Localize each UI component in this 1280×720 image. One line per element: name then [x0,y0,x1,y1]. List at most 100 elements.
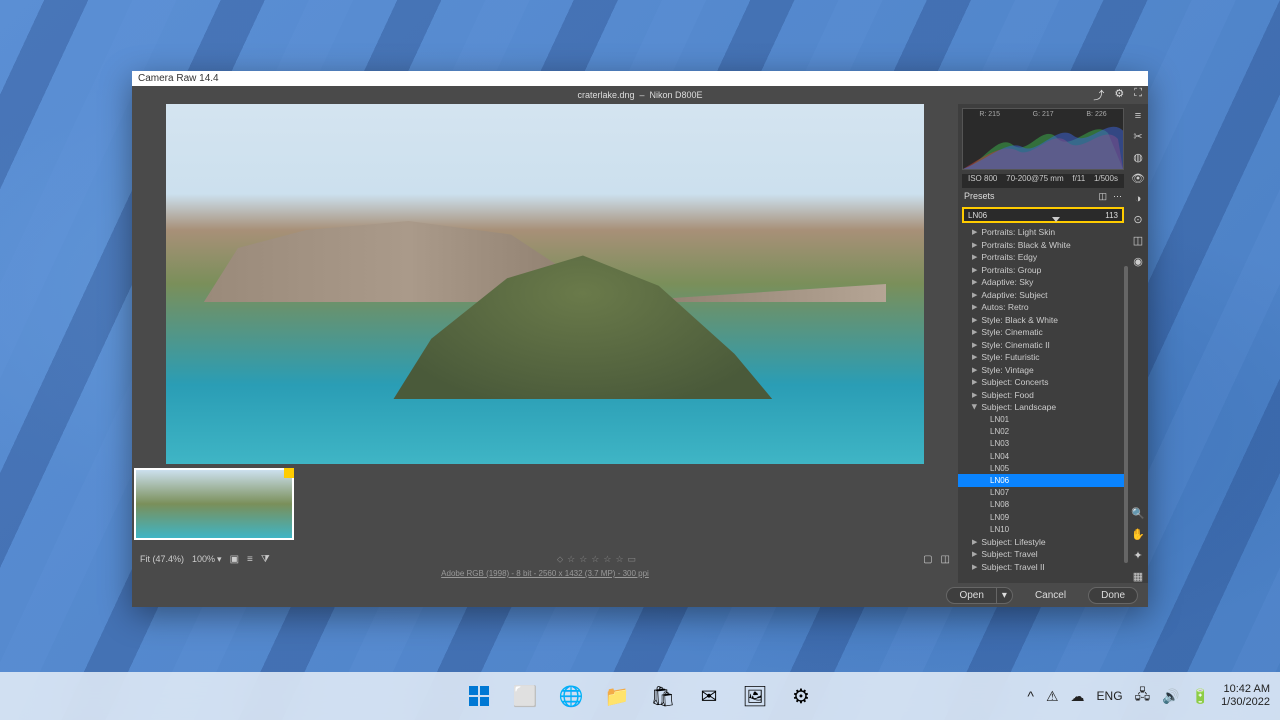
heal-icon[interactable]: ◍ [1133,151,1143,164]
preset-item[interactable]: LN07 [958,487,1128,499]
more-icon[interactable]: ◉ [1133,255,1143,268]
explorer-icon[interactable]: 📁 [597,676,637,716]
cancel-button[interactable]: Cancel [1023,588,1078,603]
preset-group[interactable]: ▶Style: Cinematic [958,326,1128,339]
preset-group[interactable]: ▶Adaptive: Sky [958,276,1128,289]
fit-label[interactable]: Fit (47.4%) [140,554,184,564]
preset-group[interactable]: ▶Style: Vintage [958,364,1128,377]
camera-raw-window: Camera Raw 14.4 craterlake.dng – Nikon D… [132,71,1148,607]
edge-icon[interactable]: 🌐 [551,676,591,716]
mail-icon[interactable]: ✉ [689,676,729,716]
clock[interactable]: 10:42 AM 1/30/2022 [1221,683,1270,709]
thumbnail-1[interactable] [134,468,294,540]
eye-icon[interactable]: 👁 [1131,172,1145,185]
workflow-info[interactable]: Adobe RGB (1998) - 8 bit - 2560 x 1432 (… [134,569,956,583]
preset-item[interactable]: LN10 [958,523,1128,535]
amount-value: 113 [1105,211,1118,220]
preset-item[interactable]: LN04 [958,450,1128,462]
redeye-icon[interactable]: ⊙ [1133,213,1142,226]
network-icon[interactable]: 🖧 [1135,684,1151,708]
rating-stars[interactable]: ⬦☆☆☆☆☆▭ [557,554,636,565]
photoshop-icon[interactable]: 🖼 [735,676,775,716]
preset-group[interactable]: ▶Subject: Lifestyle [958,535,1128,548]
volume-icon[interactable]: 🔊 [1162,688,1179,705]
done-button[interactable]: Done [1088,587,1138,604]
taskbar[interactable]: ⬜ 🌐 📁 🛍 ✉ 🖼 ⚙ ^ ⚠ ☁ ENG 🖧 🔊 🔋 10:42 AM 1… [0,672,1280,720]
preset-group[interactable]: ▶Portraits: Black & White [958,239,1128,252]
zoom-icon[interactable]: 🔍 [1131,507,1145,520]
titlebar[interactable]: Camera Raw 14.4 [132,71,1148,86]
preset-group[interactable]: ▶Adaptive: Subject [958,289,1128,302]
sampler-icon[interactable]: ✦ [1133,549,1142,562]
hist-g: G: 217 [1033,111,1054,118]
preset-group[interactable]: ▶Subject: Travel II [958,560,1128,573]
presets-panel-header[interactable]: Presets ◫⋯ [958,188,1128,204]
battery-icon[interactable]: 🔋 [1192,688,1209,705]
mask-icon[interactable]: ◑ [1135,193,1142,205]
presets-icon[interactable]: ◫ [1133,234,1143,247]
exif-row: ISO 80070-200@75 mmf/111/500s [962,174,1124,188]
preset-item[interactable]: LN06 [958,474,1128,486]
warning-badge [284,468,294,478]
open-dropdown[interactable]: ▾ [997,587,1013,604]
amount-label: LN06 [968,211,987,220]
security-icon[interactable]: ⚠ [1046,688,1059,705]
preset-list[interactable]: ▶Portraits: Light Skin▶Portraits: Black … [958,226,1128,583]
window-title: Camera Raw 14.4 [138,73,219,84]
preset-group[interactable]: ▶Subject: Travel [958,548,1128,561]
preset-item[interactable]: LN08 [958,499,1128,511]
crop-icon[interactable]: ✂ [1133,130,1142,143]
sort-icon[interactable]: ≡ [247,554,253,565]
edit-icon[interactable]: ≡ [1135,110,1141,122]
tool-strip: ≡ ✂ ◍ 👁 ◑ ⊙ ◫ ◉ 🔍 ✋ ✦ ▦ [1128,104,1148,583]
filter-icon[interactable]: ⧩ [261,554,270,565]
filmstrip [134,464,956,549]
preset-group[interactable]: ▶Autos: Retro [958,301,1128,314]
preset-group[interactable]: ▶Portraits: Group [958,264,1128,277]
right-panel: R: 215 G: 217 B: 226 ISO 80070-200@75 mm… [958,104,1148,583]
preset-item[interactable]: LN03 [958,438,1128,450]
preset-amount-slider[interactable]: LN06 113 [962,207,1124,223]
footer: Open ▾ Cancel Done [132,583,1148,607]
grid-tool-icon[interactable]: ▦ [1133,570,1143,583]
grid-icon[interactable]: ◫ [941,554,950,565]
viewer-bottom-bar: Fit (47.4%) 100%▾ ▣ ≡ ⧩ ⬦☆☆☆☆☆▭ ▢ ◫ [134,549,956,569]
hand-icon[interactable]: ✋ [1131,528,1145,541]
preset-item[interactable]: LN09 [958,511,1128,523]
settings-app-icon[interactable]: ⚙ [781,676,821,716]
language-indicator[interactable]: ENG [1097,689,1123,703]
task-view-icon[interactable]: ⬜ [505,676,545,716]
hist-b: B: 226 [1086,111,1106,118]
start-button[interactable] [459,676,499,716]
settings-icon[interactable]: ⚙ [1114,87,1124,103]
zoom-dropdown[interactable]: 100% [192,554,215,564]
preset-group[interactable]: ▶Style: Cinematic II [958,339,1128,352]
panel-toggle-icon[interactable]: ◫ [1098,191,1107,202]
store-icon[interactable]: 🛍 [643,676,683,716]
preset-group[interactable]: ▶Subject: Landscape [958,401,1128,414]
preset-group[interactable]: ▶Portraits: Light Skin [958,226,1128,239]
compare-icon[interactable]: ▣ [230,554,239,565]
image-viewer[interactable] [134,104,956,464]
share-icon[interactable]: ⤴ [1093,87,1104,103]
preset-item[interactable]: LN05 [958,462,1128,474]
preset-group[interactable]: ▶Style: Black & White [958,314,1128,327]
fullscreen-icon[interactable]: ⛶ [1134,87,1142,103]
trash-icon[interactable]: ▢ [923,554,932,565]
chevron-up-icon[interactable]: ^ [1027,688,1034,704]
preset-group[interactable]: ▶Subject: Concerts [958,376,1128,389]
main-photo [166,104,924,464]
scrollbar[interactable] [1124,266,1128,563]
document-header: craterlake.dng – Nikon D800E ⤴ ⚙ ⛶ [132,86,1148,104]
onedrive-icon[interactable]: ☁ [1071,688,1085,705]
panel-menu-icon[interactable]: ⋯ [1113,191,1122,202]
preset-item[interactable]: LN02 [958,426,1128,438]
hist-r: R: 215 [979,111,1000,118]
preset-group[interactable]: ▶Portraits: Edgy [958,251,1128,264]
preset-group[interactable]: ▶Style: Futuristic [958,351,1128,364]
open-button[interactable]: Open [946,587,996,604]
preset-group[interactable]: ▶Subject: Food [958,389,1128,402]
preset-item[interactable]: LN01 [958,414,1128,426]
document-title: craterlake.dng – Nikon D800E [577,90,702,100]
histogram[interactable]: R: 215 G: 217 B: 226 [962,108,1124,170]
